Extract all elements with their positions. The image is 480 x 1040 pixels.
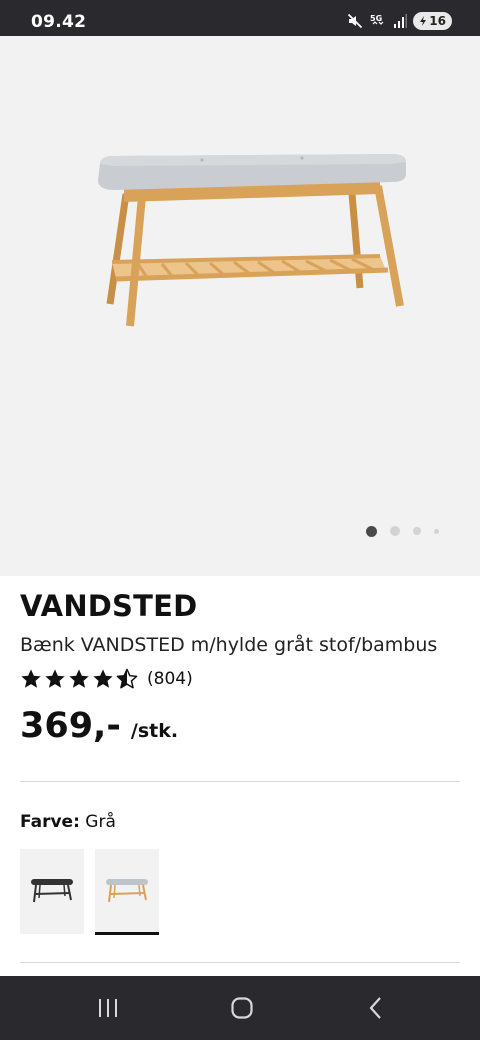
battery-level: 16 [429, 14, 446, 28]
color-selector-label: Farve: Grå [20, 812, 116, 832]
recent-apps-button[interactable] [68, 976, 148, 1040]
color-option-grey[interactable] [95, 849, 159, 934]
gallery-pagination[interactable] [366, 525, 439, 537]
recent-apps-icon [99, 999, 117, 1017]
star-half-icon [116, 668, 138, 689]
selected-color-name: Grå [85, 812, 116, 832]
system-navigation-bar [0, 976, 480, 1040]
home-button[interactable] [202, 976, 282, 1040]
status-time: 09.42 [31, 12, 87, 32]
network-5g-icon: 5G [370, 14, 384, 25]
product-image[interactable] [90, 144, 410, 344]
pagination-dot-active[interactable] [366, 525, 377, 537]
pagination-dot[interactable] [390, 526, 400, 536]
back-button[interactable] [336, 976, 416, 1040]
rating-stars [20, 668, 138, 690]
black-bench-thumbnail [31, 879, 73, 903]
product-price: 369,- [20, 706, 121, 746]
star-full-icon [45, 669, 65, 688]
pagination-dot[interactable] [413, 527, 421, 535]
price-row: 369,- /stk. [20, 706, 178, 746]
back-icon [369, 997, 381, 1019]
review-count[interactable]: (804) [147, 669, 193, 689]
pagination-dot[interactable] [434, 528, 439, 534]
selected-swatch-indicator [95, 932, 159, 935]
product-description: Bænk VANDSTED m/hylde gråt stof/bambus [20, 634, 438, 656]
grey-bench-thumbnail [106, 879, 148, 903]
signal-icon [394, 14, 408, 28]
home-icon [231, 997, 253, 1019]
divider [20, 781, 460, 782]
star-full-icon [93, 669, 113, 688]
mute-icon [348, 13, 363, 29]
star-full-icon [69, 669, 89, 688]
color-option-black[interactable] [20, 849, 84, 934]
star-full-icon [21, 669, 41, 688]
charging-icon [420, 16, 427, 26]
svg-text:5G: 5G [370, 14, 382, 23]
status-icons: 5G 16 [347, 11, 452, 31]
product-image-gallery[interactable] [0, 36, 480, 576]
status-bar: 09.42 5G 16 [0, 0, 480, 36]
product-rating[interactable]: (804) [20, 668, 193, 690]
battery-indicator: 16 [413, 12, 452, 30]
product-name: VANDSTED [20, 589, 198, 623]
divider [20, 962, 460, 963]
price-unit: /stk. [130, 720, 179, 742]
color-label-key: Farve: [20, 812, 80, 832]
